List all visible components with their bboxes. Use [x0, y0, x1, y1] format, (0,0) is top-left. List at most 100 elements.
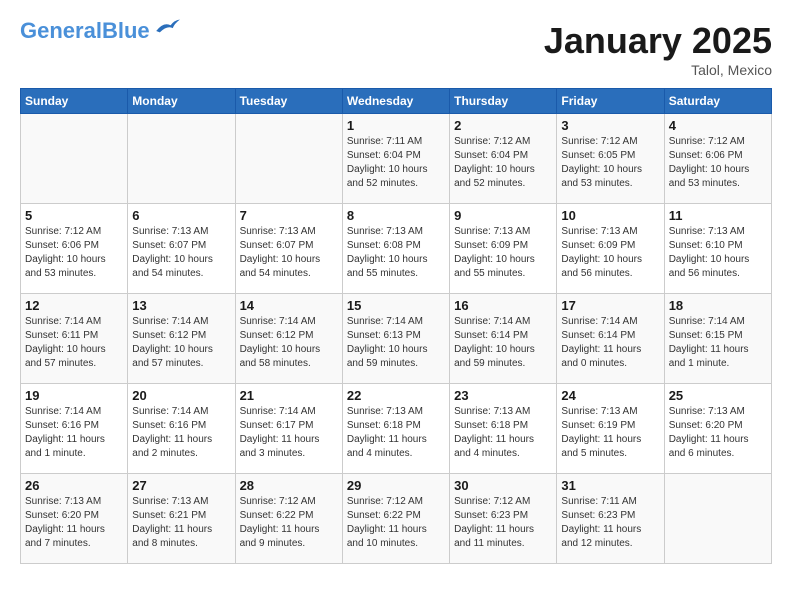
week-row-2: 5Sunrise: 7:12 AM Sunset: 6:06 PM Daylig…: [21, 204, 772, 294]
day-number: 26: [25, 478, 123, 493]
calendar-cell: 1 Sunrise: 7:11 AM Sunset: 6:04 PM Daylig…: [342, 114, 449, 204]
header-day-monday: Monday: [128, 89, 235, 114]
calendar-cell: 24 Sunrise: 7:13 AM Sunset: 6:19 PM Dayli…: [557, 384, 664, 474]
calendar-cell: 20Sunrise: 7:14 AM Sunset: 6:16 PM Dayli…: [128, 384, 235, 474]
day-number: 23: [454, 388, 552, 403]
calendar-cell: 7Sunrise: 7:13 AM Sunset: 6:07 PM Daylig…: [235, 204, 342, 294]
day-number: 18: [669, 298, 767, 313]
day-number: 12: [25, 298, 123, 313]
header-day-thursday: Thursday: [450, 89, 557, 114]
day-info: Sunrise: 7:13 AM Sunset: 6:20 PM Dayligh…: [669, 405, 767, 461]
calendar-body: 1 Sunrise: 7:11 AM Sunset: 6:04 PM Daylig…: [21, 114, 772, 564]
calendar-cell: 2 Sunrise: 7:12 AM Sunset: 6:04 PM Daylig…: [450, 114, 557, 204]
header-day-saturday: Saturday: [664, 89, 771, 114]
header-day-tuesday: Tuesday: [235, 89, 342, 114]
day-info: Sunrise: 7:13 AM Sunset: 6:18 PM Dayligh…: [347, 405, 445, 461]
day-number: 29: [347, 478, 445, 493]
day-info: Sunrise: 7:14 AM Sunset: 6:13 PM Dayligh…: [347, 315, 445, 371]
calendar-subtitle: Talol, Mexico: [544, 62, 772, 78]
calendar-cell: 15Sunrise: 7:14 AM Sunset: 6:13 PM Dayli…: [342, 294, 449, 384]
day-info: Sunrise: 7:13 AM Sunset: 6:09 PM Dayligh…: [561, 225, 659, 281]
day-info: Sunrise: 7:12 AM Sunset: 6:22 PM Dayligh…: [240, 495, 338, 551]
day-info: Sunrise: 7:13 AM Sunset: 6:07 PM Dayligh…: [240, 225, 338, 281]
day-info: Sunrise: 7:14 AM Sunset: 6:14 PM Dayligh…: [454, 315, 552, 371]
day-info: Sunrise: 7:14 AM Sunset: 6:17 PM Dayligh…: [240, 405, 338, 461]
day-number: 27: [132, 478, 230, 493]
calendar-cell: 16Sunrise: 7:14 AM Sunset: 6:14 PM Dayli…: [450, 294, 557, 384]
day-info: Sunrise: 7:11 AM Sunset: 6:04 PM Dayligh…: [347, 135, 445, 191]
day-number: 3: [561, 118, 659, 133]
calendar-cell: 23 Sunrise: 7:13 AM Sunset: 6:18 PM Dayli…: [450, 384, 557, 474]
day-number: 30: [454, 478, 552, 493]
day-number: 11: [669, 208, 767, 223]
day-info: Sunrise: 7:13 AM Sunset: 6:18 PM Dayligh…: [454, 405, 552, 461]
calendar-cell: 13 Sunrise: 7:14 AM Sunset: 6:12 PM Dayli…: [128, 294, 235, 384]
day-number: 13: [132, 298, 230, 313]
day-info: Sunrise: 7:13 AM Sunset: 6:19 PM Dayligh…: [561, 405, 659, 461]
calendar-cell: 29 Sunrise: 7:12 AM Sunset: 6:22 PM Dayli…: [342, 474, 449, 564]
calendar-cell: 12 Sunrise: 7:14 AM Sunset: 6:11 PM Dayli…: [21, 294, 128, 384]
calendar-cell: 22 Sunrise: 7:13 AM Sunset: 6:18 PM Dayli…: [342, 384, 449, 474]
day-number: 20: [132, 388, 230, 403]
calendar-cell: 9 Sunrise: 7:13 AM Sunset: 6:09 PM Daylig…: [450, 204, 557, 294]
calendar-cell: 5Sunrise: 7:12 AM Sunset: 6:06 PM Daylig…: [21, 204, 128, 294]
calendar-cell: 14 Sunrise: 7:14 AM Sunset: 6:12 PM Dayli…: [235, 294, 342, 384]
calendar-cell: 4 Sunrise: 7:12 AM Sunset: 6:06 PM Daylig…: [664, 114, 771, 204]
calendar-cell: 28 Sunrise: 7:12 AM Sunset: 6:22 PM Dayli…: [235, 474, 342, 564]
day-info: Sunrise: 7:13 AM Sunset: 6:08 PM Dayligh…: [347, 225, 445, 281]
day-number: 4: [669, 118, 767, 133]
day-info: Sunrise: 7:13 AM Sunset: 6:10 PM Dayligh…: [669, 225, 767, 281]
calendar-table: SundayMondayTuesdayWednesdayThursdayFrid…: [20, 88, 772, 564]
day-number: 5: [25, 208, 123, 223]
calendar-cell: 6 Sunrise: 7:13 AM Sunset: 6:07 PM Daylig…: [128, 204, 235, 294]
day-info: Sunrise: 7:14 AM Sunset: 6:12 PM Dayligh…: [132, 315, 230, 371]
day-info: Sunrise: 7:14 AM Sunset: 6:14 PM Dayligh…: [561, 315, 659, 371]
day-number: 25: [669, 388, 767, 403]
logo-bird-icon: [152, 18, 182, 36]
header-day-sunday: Sunday: [21, 89, 128, 114]
day-info: Sunrise: 7:14 AM Sunset: 6:16 PM Dayligh…: [25, 405, 123, 461]
calendar-cell: 10Sunrise: 7:13 AM Sunset: 6:09 PM Dayli…: [557, 204, 664, 294]
week-row-1: 1 Sunrise: 7:11 AM Sunset: 6:04 PM Daylig…: [21, 114, 772, 204]
day-info: Sunrise: 7:12 AM Sunset: 6:04 PM Dayligh…: [454, 135, 552, 191]
calendar-cell: 30 Sunrise: 7:12 AM Sunset: 6:23 PM Dayli…: [450, 474, 557, 564]
calendar-header: SundayMondayTuesdayWednesdayThursdayFrid…: [21, 89, 772, 114]
day-number: 31: [561, 478, 659, 493]
day-number: 24: [561, 388, 659, 403]
calendar-cell: 18Sunrise: 7:14 AM Sunset: 6:15 PM Dayli…: [664, 294, 771, 384]
day-number: 9: [454, 208, 552, 223]
logo-blue: Blue: [102, 18, 150, 43]
title-block: January 2025 Talol, Mexico: [544, 20, 772, 78]
day-info: Sunrise: 7:14 AM Sunset: 6:11 PM Dayligh…: [25, 315, 123, 371]
day-number: 1: [347, 118, 445, 133]
day-info: Sunrise: 7:12 AM Sunset: 6:06 PM Dayligh…: [669, 135, 767, 191]
header-day-wednesday: Wednesday: [342, 89, 449, 114]
calendar-cell: 17Sunrise: 7:14 AM Sunset: 6:14 PM Dayli…: [557, 294, 664, 384]
day-info: Sunrise: 7:12 AM Sunset: 6:22 PM Dayligh…: [347, 495, 445, 551]
calendar-cell: 27 Sunrise: 7:13 AM Sunset: 6:21 PM Dayli…: [128, 474, 235, 564]
day-info: Sunrise: 7:13 AM Sunset: 6:20 PM Dayligh…: [25, 495, 123, 551]
calendar-title: January 2025: [544, 20, 772, 62]
calendar-cell: 25 Sunrise: 7:13 AM Sunset: 6:20 PM Dayli…: [664, 384, 771, 474]
day-number: 8: [347, 208, 445, 223]
day-info: Sunrise: 7:13 AM Sunset: 6:07 PM Dayligh…: [132, 225, 230, 281]
calendar-cell: [128, 114, 235, 204]
day-number: 2: [454, 118, 552, 133]
calendar-cell: 26 Sunrise: 7:13 AM Sunset: 6:20 PM Dayli…: [21, 474, 128, 564]
week-row-3: 12 Sunrise: 7:14 AM Sunset: 6:11 PM Dayli…: [21, 294, 772, 384]
calendar-cell: 11 Sunrise: 7:13 AM Sunset: 6:10 PM Dayli…: [664, 204, 771, 294]
day-info: Sunrise: 7:14 AM Sunset: 6:12 PM Dayligh…: [240, 315, 338, 371]
day-number: 22: [347, 388, 445, 403]
day-number: 6: [132, 208, 230, 223]
day-info: Sunrise: 7:13 AM Sunset: 6:21 PM Dayligh…: [132, 495, 230, 551]
calendar-cell: [664, 474, 771, 564]
day-info: Sunrise: 7:13 AM Sunset: 6:09 PM Dayligh…: [454, 225, 552, 281]
calendar-cell: 3Sunrise: 7:12 AM Sunset: 6:05 PM Daylig…: [557, 114, 664, 204]
header-day-friday: Friday: [557, 89, 664, 114]
day-info: Sunrise: 7:11 AM Sunset: 6:23 PM Dayligh…: [561, 495, 659, 551]
day-number: 14: [240, 298, 338, 313]
day-number: 28: [240, 478, 338, 493]
week-row-5: 26 Sunrise: 7:13 AM Sunset: 6:20 PM Dayli…: [21, 474, 772, 564]
calendar-cell: 31 Sunrise: 7:11 AM Sunset: 6:23 PM Dayli…: [557, 474, 664, 564]
day-info: Sunrise: 7:12 AM Sunset: 6:23 PM Dayligh…: [454, 495, 552, 551]
